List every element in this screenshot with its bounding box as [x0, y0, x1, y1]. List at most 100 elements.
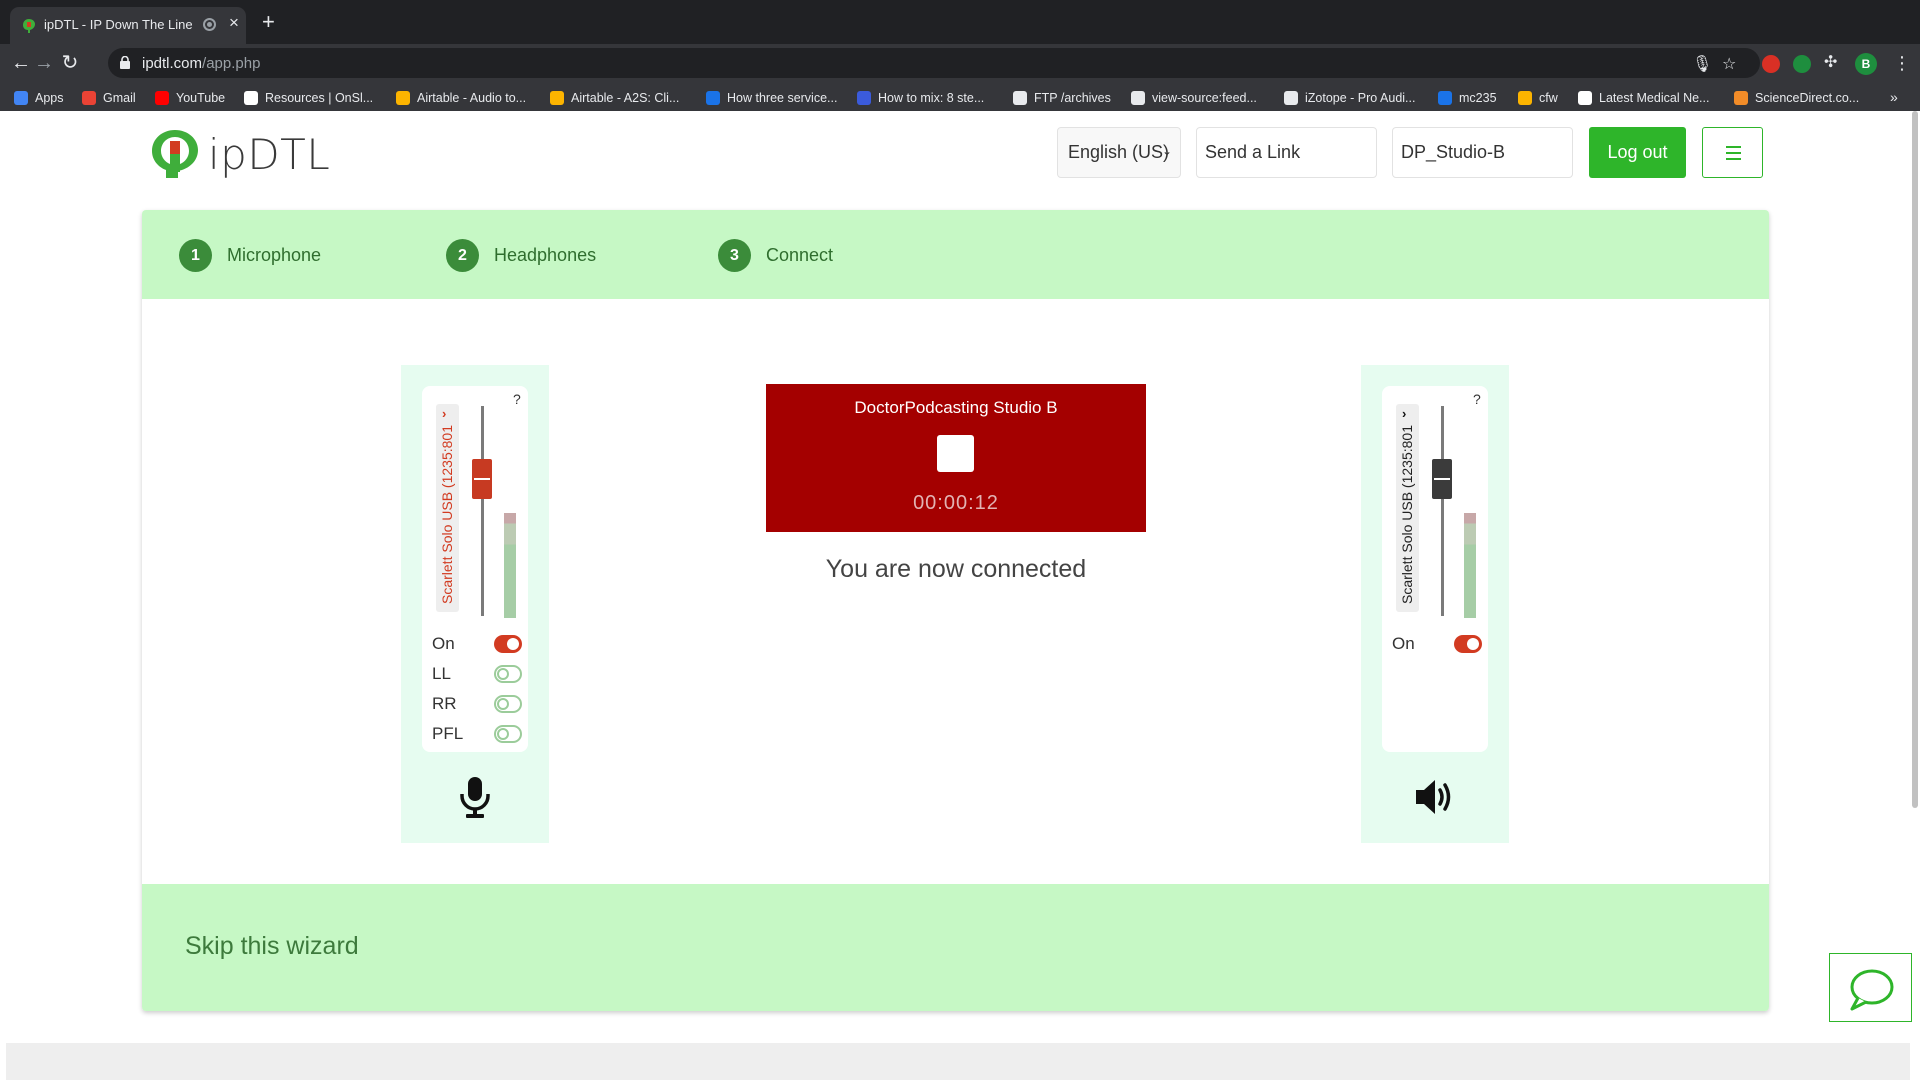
- extension-green-icon[interactable]: [1793, 55, 1811, 73]
- browser-menu-icon[interactable]: ⋮: [1893, 53, 1911, 74]
- wizard-footer: Skip this wizard: [142, 884, 1769, 1011]
- mic-fader-track[interactable]: [481, 406, 484, 616]
- headphone-fader-track[interactable]: [1441, 406, 1444, 616]
- chevron-right-icon: ›: [1402, 406, 1407, 421]
- bookmark-label: FTP /archives: [1034, 91, 1111, 105]
- bookmark-item[interactable]: Apps: [14, 88, 64, 108]
- step-microphone[interactable]: 1 Microphone: [179, 239, 321, 272]
- hang-up-stop-button[interactable]: [937, 435, 974, 472]
- headphone-fader-knob[interactable]: [1432, 459, 1452, 499]
- bookmark-item[interactable]: Gmail: [82, 88, 136, 108]
- toggle-row-pfl: PFL: [432, 724, 522, 744]
- bookmark-item[interactable]: Resources | OnSl...: [244, 88, 373, 108]
- send-link-input[interactable]: Send a Link: [1196, 127, 1377, 178]
- more-bookmarks-icon[interactable]: »: [1890, 89, 1898, 105]
- bookmark-item[interactable]: Airtable - A2S: Cli...: [550, 88, 679, 108]
- step-label: Headphones: [494, 245, 597, 265]
- tab-strip: ipDTL - IP Down The Line × +: [0, 0, 1920, 44]
- toggle-label: LL: [432, 664, 451, 683]
- close-tab-icon[interactable]: ×: [229, 13, 239, 33]
- help-icon[interactable]: ?: [1473, 391, 1481, 407]
- chat-button[interactable]: [1829, 953, 1912, 1022]
- bookmark-favicon-icon: [396, 91, 410, 105]
- mic-level-meter: [504, 513, 516, 618]
- language-select[interactable]: English (US) ⌄: [1057, 127, 1181, 178]
- toggle-label: RR: [432, 694, 457, 713]
- page-bottom-band: [6, 1043, 1910, 1080]
- mic-on-toggle[interactable]: [494, 635, 522, 653]
- browser-tab[interactable]: ipDTL - IP Down The Line ×: [10, 7, 246, 44]
- address-bar[interactable]: ipdtl.com/app.php 🎙 ☆: [108, 48, 1760, 78]
- page-scrollbar[interactable]: [1910, 111, 1920, 811]
- chevron-right-icon: ›: [442, 406, 447, 421]
- bookmark-item[interactable]: mc235: [1438, 88, 1497, 108]
- bookmark-item[interactable]: How three service...: [706, 88, 837, 108]
- bookmark-item[interactable]: How to mix: 8 ste...: [857, 88, 984, 108]
- mic-fader-knob[interactable]: [472, 459, 492, 499]
- step-connect[interactable]: 3 Connect: [718, 239, 833, 272]
- back-icon[interactable]: ←: [9, 51, 33, 75]
- station-name-field[interactable]: DP_Studio-B: [1392, 127, 1573, 178]
- headphones-on-toggle[interactable]: [1454, 635, 1482, 653]
- call-panel: DoctorPodcasting Studio B 00:00:12: [766, 384, 1146, 532]
- bookmark-favicon-icon: [1438, 91, 1452, 105]
- bookmark-item[interactable]: YouTube: [155, 88, 225, 108]
- connection-status: You are now connected: [825, 555, 1087, 583]
- headphones-channel-card: ? › Scarlett Solo USB (1235:801 On: [1382, 386, 1488, 752]
- rr-toggle[interactable]: [494, 695, 522, 713]
- bookmark-item[interactable]: view-source:feed...: [1131, 88, 1257, 108]
- microphone-icon: [460, 777, 490, 818]
- step-label: Connect: [766, 245, 834, 265]
- bookmark-label: mc235: [1459, 91, 1497, 105]
- bookmark-label: Airtable - Audio to...: [417, 91, 527, 105]
- chevron-down-icon: ⌄: [1161, 144, 1172, 158]
- microphone-in-use-icon[interactable]: 🎙: [1692, 54, 1712, 74]
- hamburger-menu-icon[interactable]: [1702, 127, 1763, 178]
- help-icon[interactable]: ?: [513, 391, 521, 407]
- bookmarks-bar: ScienceDirect.co... Latest Medical Ne... c…: [0, 84, 1920, 111]
- input-device-name: Scarlett Solo USB (1235:801: [439, 425, 455, 604]
- bookmark-star-icon[interactable]: ☆: [1722, 54, 1736, 74]
- bookmark-favicon-icon: [550, 91, 564, 105]
- scrollbar-thumb[interactable]: [1912, 111, 1918, 808]
- output-device-selector[interactable]: › Scarlett Solo USB (1235:801: [1396, 404, 1419, 612]
- url-text: ipdtl.com/app.php: [142, 55, 260, 72]
- ll-toggle[interactable]: [494, 665, 522, 683]
- headphones-channel-strip: ? › Scarlett Solo USB (1235:801 On: [1361, 365, 1509, 843]
- setup-wizard: 1 Microphone 2 Headphones 3 Connect ? › …: [142, 210, 1769, 1011]
- bookmark-item[interactable]: ScienceDirect.co...: [1734, 88, 1859, 108]
- output-device-name: Scarlett Solo USB (1235:801: [1399, 425, 1415, 604]
- bookmark-favicon-icon: [244, 91, 258, 105]
- skip-wizard-link[interactable]: Skip this wizard: [185, 932, 359, 961]
- profile-avatar[interactable]: B: [1855, 53, 1877, 75]
- step-number: 2: [446, 239, 479, 272]
- bookmark-item[interactable]: iZotope - Pro Audi...: [1284, 88, 1415, 108]
- bookmark-item[interactable]: Latest Medical Ne...: [1578, 88, 1709, 108]
- input-device-selector[interactable]: › Scarlett Solo USB (1235:801: [436, 404, 459, 612]
- forward-icon[interactable]: →: [32, 51, 56, 75]
- send-link-placeholder: Send a Link: [1205, 142, 1301, 162]
- microphone-channel-strip: ? › Scarlett Solo USB (1235:801 On LL RR…: [401, 365, 549, 843]
- bookmark-label: cfw: [1539, 91, 1558, 105]
- chat-bubble-icon: [1850, 969, 1894, 1011]
- bookmark-label: view-source:feed...: [1152, 91, 1257, 105]
- bookmark-label: How three service...: [727, 91, 838, 105]
- step-number: 1: [179, 239, 212, 272]
- logout-button[interactable]: Log out: [1589, 127, 1686, 178]
- bookmark-label: Airtable - A2S: Cli...: [571, 91, 680, 105]
- bookmark-label: Apps: [35, 91, 64, 105]
- bookmark-label: ScienceDirect.co...: [1755, 91, 1860, 105]
- bookmark-favicon-icon: [1578, 91, 1592, 105]
- extensions-puzzle-icon[interactable]: ✣: [1824, 52, 1842, 71]
- ipdtl-favicon-icon: [23, 19, 35, 33]
- bookmark-item[interactable]: cfw: [1518, 88, 1558, 108]
- new-tab-icon[interactable]: +: [262, 11, 275, 33]
- step-headphones[interactable]: 2 Headphones: [446, 239, 596, 272]
- reload-icon[interactable]: ↻: [58, 51, 82, 75]
- extension-red-icon[interactable]: [1762, 55, 1780, 73]
- step-label: Microphone: [227, 245, 322, 265]
- pfl-toggle[interactable]: [494, 725, 522, 743]
- bookmark-item[interactable]: Airtable - Audio to...: [396, 88, 526, 108]
- bookmark-item[interactable]: FTP /archives: [1013, 88, 1111, 108]
- media-playing-icon[interactable]: [203, 18, 216, 31]
